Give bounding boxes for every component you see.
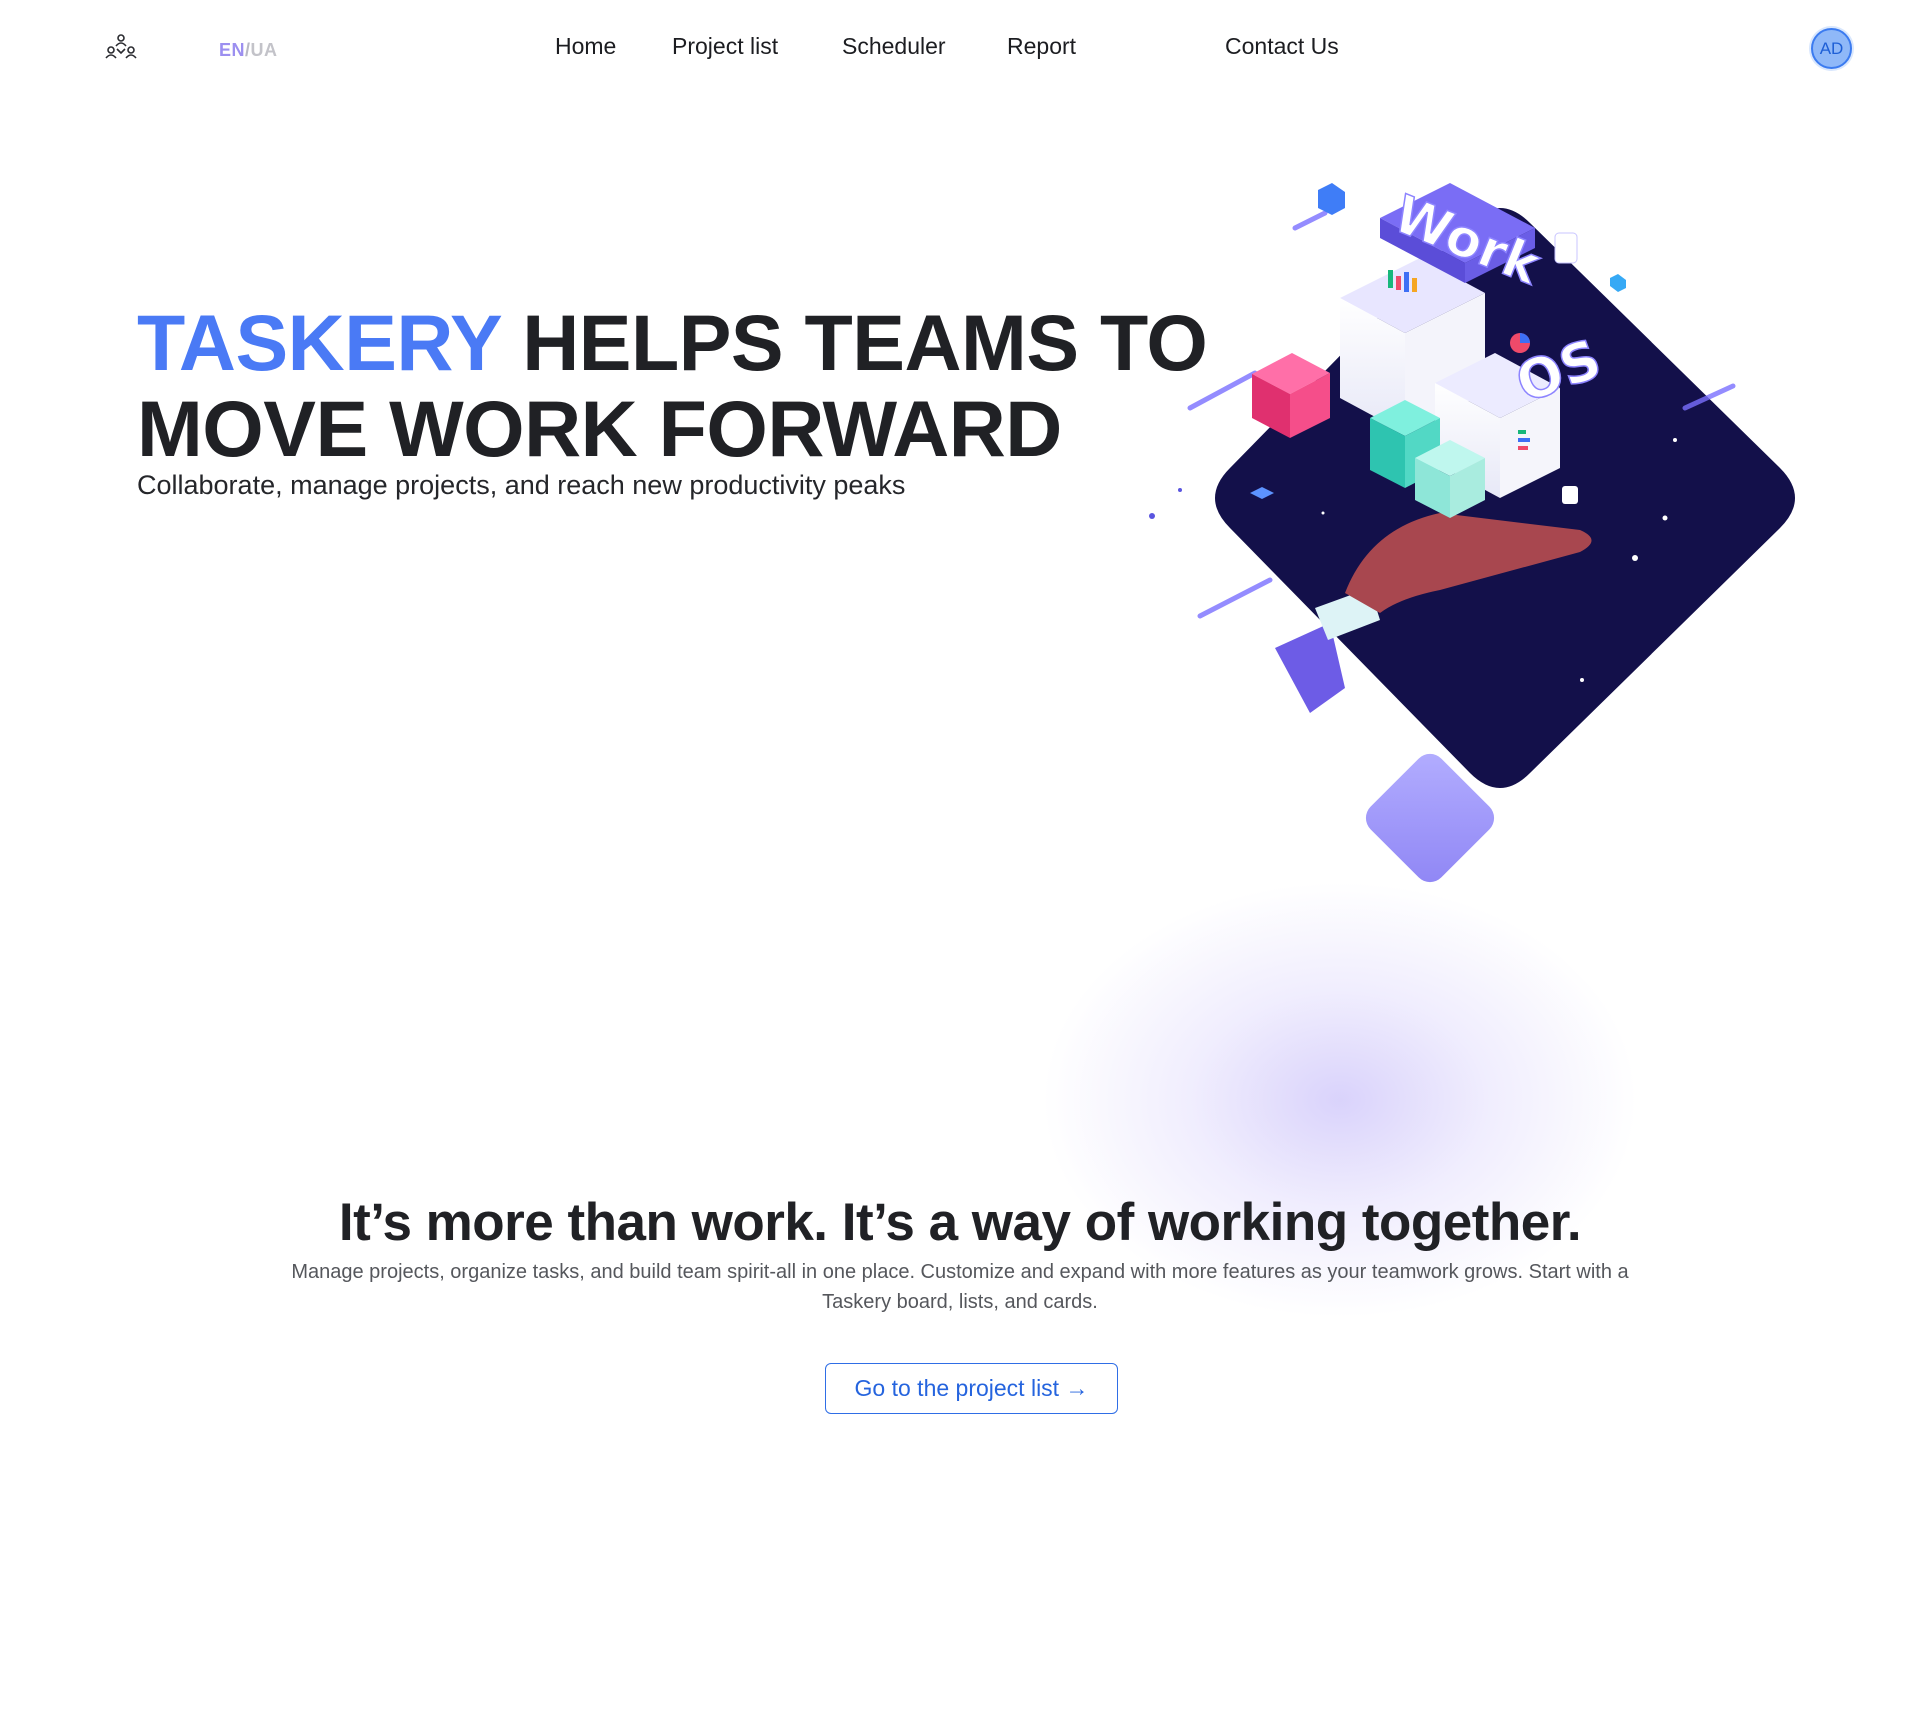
outer-sparkles bbox=[1149, 488, 1182, 519]
section-title: It’s more than work. It’s a way of worki… bbox=[338, 1193, 1582, 1252]
lang-en[interactable]: EN bbox=[219, 40, 245, 60]
hero-brand: TASKERY bbox=[137, 298, 501, 387]
hero-title: TASKERY HELPS TEAMS TO MOVE WORK FORWARD bbox=[137, 298, 1208, 473]
hero-subtitle: Collaborate, manage projects, and reach … bbox=[137, 470, 906, 500]
header: EN/UA Home Project list Scheduler Report… bbox=[0, 0, 1920, 100]
nav-contact-us[interactable]: Contact Us bbox=[1225, 33, 1339, 60]
team-logo-icon[interactable] bbox=[104, 33, 138, 63]
background-glow bbox=[1040, 880, 1640, 1320]
section-description: Manage projects, organize tasks, and bui… bbox=[291, 1261, 1629, 1313]
lang-ua[interactable]: UA bbox=[251, 40, 278, 60]
language-switcher: EN/UA bbox=[219, 40, 278, 61]
nav-report[interactable]: Report bbox=[1007, 33, 1076, 60]
work-os-illustration: Work OS bbox=[1149, 183, 1795, 883]
go-to-project-list-button[interactable]: Go to the project list → bbox=[825, 1363, 1118, 1414]
dark-diamond bbox=[1215, 208, 1795, 788]
hero-title-line1: HELPS TEAMS TO bbox=[522, 298, 1208, 387]
nav-scheduler[interactable]: Scheduler bbox=[842, 33, 946, 60]
hero-title-line2: MOVE WORK FORWARD bbox=[137, 384, 1062, 473]
nav-project-list[interactable]: Project list bbox=[672, 33, 778, 60]
nav-home[interactable]: Home bbox=[555, 33, 616, 60]
user-avatar[interactable]: AD bbox=[1811, 28, 1852, 69]
